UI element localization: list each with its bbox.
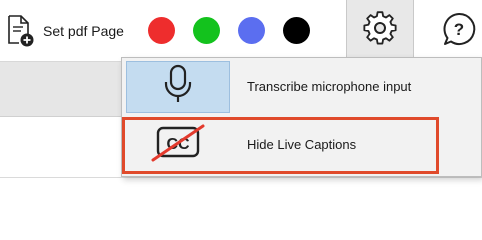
background-divider xyxy=(0,177,482,178)
menu-item-transcribe-microphone[interactable]: Transcribe microphone input xyxy=(122,59,481,115)
color-blue-button[interactable] xyxy=(238,17,265,44)
menu-item-label: Hide Live Captions xyxy=(247,137,357,152)
menu-item-label: Transcribe microphone input xyxy=(247,79,412,94)
menu-item-hide-live-captions[interactable]: CC Hide Live Captions xyxy=(122,117,481,173)
color-black-button[interactable] xyxy=(283,17,310,44)
set-pdf-page-label: Set pdf Page xyxy=(43,23,124,39)
color-red-button[interactable] xyxy=(148,17,175,44)
microphone-icon-cell xyxy=(126,61,230,113)
color-green-button[interactable] xyxy=(193,17,220,44)
help-glyph: ? xyxy=(454,20,464,39)
microphone-icon xyxy=(161,64,195,111)
help-button[interactable]: ? xyxy=(439,11,479,51)
settings-button[interactable] xyxy=(346,0,414,60)
closed-captions-off-icon: CC xyxy=(149,123,207,168)
gear-icon xyxy=(362,10,398,51)
toolbar: Set pdf Page ? xyxy=(0,0,482,61)
document-add-icon xyxy=(6,15,36,47)
settings-dropdown-menu: Transcribe microphone input CC Hide Live… xyxy=(121,57,482,177)
app-window: Set pdf Page ? Transcribe microphone inp… xyxy=(0,0,482,207)
help-icon: ? xyxy=(441,11,477,52)
set-pdf-page-button[interactable]: Set pdf Page xyxy=(6,12,124,50)
captions-icon-cell: CC xyxy=(126,119,230,171)
